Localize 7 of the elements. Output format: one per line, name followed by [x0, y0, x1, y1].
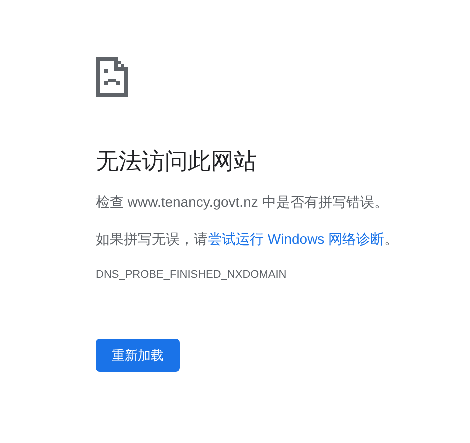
sad-page-icon [96, 57, 128, 97]
reload-button[interactable]: 重新加载 [96, 339, 180, 372]
check-text: 检查 www.tenancy.govt.nz 中是否有拼写错误。 [96, 193, 388, 212]
error-code: DNS_PROBE_FINISHED_NXDOMAIN [96, 268, 287, 283]
diagnostics-link[interactable]: 尝试运行 Windows 网络诊断 [208, 231, 385, 247]
suggestion-text: 如果拼写无误，请尝试运行 Windows 网络诊断。 [96, 230, 399, 249]
page-heading: 无法访问此网站 [96, 147, 257, 176]
